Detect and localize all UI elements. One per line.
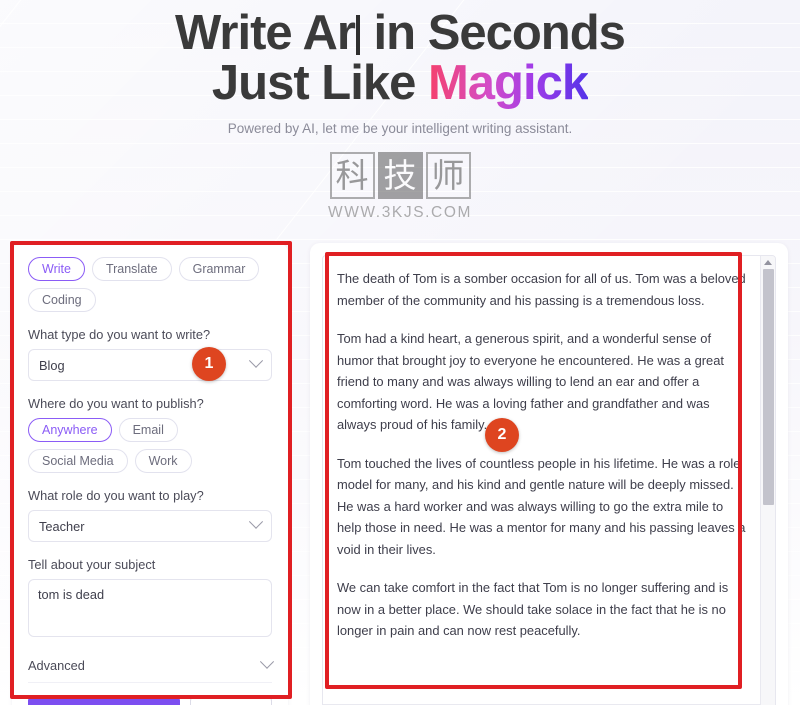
- vertical-scrollbar[interactable]: [760, 256, 775, 705]
- publish-tab-anywhere[interactable]: Anywhere: [28, 418, 112, 442]
- chevron-down-icon: [259, 654, 275, 669]
- watermark-char-1: 科: [329, 152, 375, 199]
- settings-panel: Write Translate Grammar Coding What type…: [12, 243, 288, 705]
- hero-section: Write Ar in Seconds Just Like Magick Pow…: [0, 0, 800, 222]
- subject-label: Tell about your subject: [28, 557, 156, 572]
- scroll-up-arrow-icon[interactable]: [764, 260, 772, 265]
- page-title: Write Ar in Seconds Just Like Magick: [0, 8, 800, 108]
- publish-tab-group: Anywhere Email Social Media Work: [28, 418, 272, 473]
- chevron-down-icon: [248, 353, 264, 368]
- output-paragraph: Tom touched the lives of countless peopl…: [337, 455, 746, 557]
- output-paragraph: Tom had a kind heart, a generous spirit,…: [337, 331, 724, 432]
- hero-title-line1-suffix: in Seconds: [360, 6, 626, 60]
- hero-title-line2: Just Like Magick: [0, 58, 800, 108]
- write-type-label: What type do you want to write?: [28, 327, 211, 342]
- watermark-characters: 科 技 师: [329, 152, 471, 199]
- write-type-value: Blog: [39, 357, 65, 373]
- publish-tab-work[interactable]: Work: [134, 449, 192, 473]
- chevron-down-icon: [248, 514, 264, 529]
- advanced-toggle[interactable]: Advanced: [28, 654, 275, 683]
- mode-tab-group: Write Translate Grammar Coding: [28, 257, 272, 312]
- watermark-logo: 科 技 师 WWW.3KJS.COM: [0, 152, 800, 222]
- watermark-char-3: 师: [425, 152, 471, 199]
- publish-tab-social-media[interactable]: Social Media: [28, 449, 128, 473]
- role-label: What role do you want to play?: [28, 488, 204, 503]
- generated-text[interactable]: The death of Tom is a somber occasion fo…: [323, 256, 760, 704]
- panels-container: Write Translate Grammar Coding What type…: [12, 243, 788, 705]
- output-paragraph: We can take comfort in the fact that Tom…: [337, 580, 729, 638]
- generate-button[interactable]: Generate: [28, 695, 180, 705]
- write-type-select[interactable]: Blog: [28, 349, 272, 381]
- output-paragraph: The death of Tom is a somber occasion fo…: [337, 271, 746, 308]
- typing-caret: [355, 15, 360, 55]
- subject-input[interactable]: [28, 579, 272, 637]
- output-panel: The death of Tom is a somber occasion fo…: [310, 243, 788, 705]
- tab-grammar[interactable]: Grammar: [178, 257, 260, 281]
- tab-write[interactable]: Write: [28, 257, 85, 281]
- publish-target-label: Where do you want to publish?: [28, 396, 204, 411]
- watermark-url: WWW.3KJS.COM: [327, 204, 473, 221]
- hero-subtitle: Powered by AI, let me be your intelligen…: [227, 121, 573, 136]
- hero-title-line1: Write Ar: [175, 6, 356, 60]
- advanced-label: Advanced: [28, 658, 85, 673]
- watermark-char-2: 技: [377, 152, 423, 199]
- hero-title-line2-plain: Just Like: [211, 56, 428, 110]
- role-select[interactable]: Teacher: [28, 510, 272, 542]
- annotation-badge-1: 1: [192, 347, 226, 381]
- buy-credits-button[interactable]: Buy Credits: [190, 695, 272, 705]
- annotation-badge-2: 2: [485, 418, 519, 452]
- output-container: The death of Tom is a somber occasion fo…: [322, 255, 776, 705]
- scrollbar-thumb[interactable]: [762, 269, 774, 505]
- publish-tab-email[interactable]: Email: [118, 418, 178, 442]
- hero-title-gradient-word: Magick: [427, 56, 589, 110]
- tab-coding[interactable]: Coding: [28, 288, 96, 312]
- tab-translate[interactable]: Translate: [91, 257, 172, 281]
- role-value: Teacher: [39, 518, 85, 534]
- action-button-row: Generate Buy Credits: [28, 695, 272, 705]
